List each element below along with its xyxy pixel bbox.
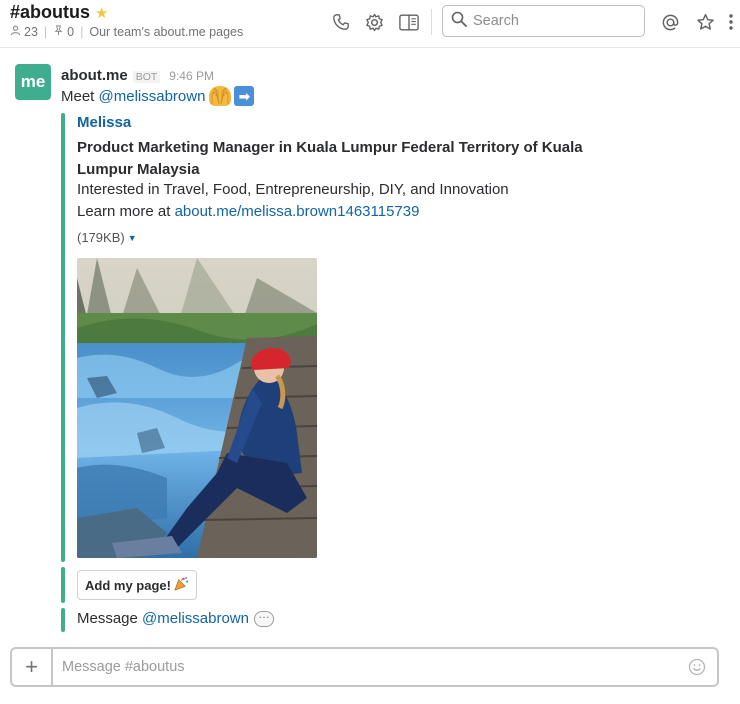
- avatar[interactable]: me: [15, 64, 51, 100]
- bot-badge: BOT: [132, 71, 161, 83]
- attachment-learn-more: Learn more at about.me/melissa.brown1463…: [77, 203, 419, 220]
- plus-icon[interactable]: +: [12, 649, 53, 685]
- message-header: about.me BOT 9:46 PM: [61, 67, 214, 84]
- search-icon: [451, 11, 467, 32]
- sidebar-toggle-icon[interactable]: [398, 11, 420, 33]
- message-bar: [61, 608, 65, 632]
- learn-more-link[interactable]: about.me/melissa.brown1463115739: [175, 203, 420, 220]
- person-icon: [10, 25, 21, 39]
- meta-divider: |: [43, 25, 48, 39]
- party-popper-emoji: [174, 576, 189, 594]
- profile-photo[interactable]: [77, 258, 317, 558]
- message-user-line: Message @melissabrown: [77, 607, 274, 627]
- add-my-page-label: Add my page!: [85, 577, 171, 593]
- message-input[interactable]: [62, 659, 687, 675]
- header-divider: [431, 9, 432, 35]
- learn-more-prefix: Learn more at: [77, 203, 175, 220]
- search-box[interactable]: [442, 5, 645, 37]
- caret-down-icon[interactable]: ▼: [128, 233, 137, 243]
- star-icon[interactable]: ★: [95, 4, 108, 22]
- message-user-link[interactable]: @melissabrown: [142, 610, 249, 627]
- more-icon[interactable]: [724, 11, 738, 33]
- star-outline-icon[interactable]: [694, 11, 716, 33]
- speech-bubble-emoji: [253, 607, 274, 627]
- user-mention[interactable]: @melissabrown: [99, 88, 206, 105]
- channel-topic[interactable]: Our team's about.me pages: [89, 25, 243, 39]
- message-timestamp[interactable]: 9:46 PM: [169, 69, 214, 83]
- channel-meta: 23 | 0 | Our team's about.me pages: [10, 25, 243, 39]
- message-user-prefix: Message: [77, 610, 143, 627]
- arrow-right-emoji: ➡: [234, 86, 255, 106]
- attachment-title[interactable]: Melissa: [77, 114, 131, 131]
- attachment-bar: [61, 113, 65, 562]
- sender-name[interactable]: about.me: [61, 67, 128, 84]
- pinned-count[interactable]: 0: [67, 25, 74, 39]
- attachment-headline: Product Marketing Manager in Kuala Lumpu…: [77, 139, 583, 178]
- channel-header: #aboutus ★ 23 | 0 | Our team's about.me …: [0, 0, 740, 48]
- phone-icon[interactable]: [330, 11, 352, 33]
- message-composer[interactable]: +: [10, 647, 719, 687]
- search-input[interactable]: [473, 13, 633, 29]
- image-size-label: (179KB): [77, 230, 125, 245]
- add-my-page-button[interactable]: Add my page!: [77, 570, 197, 600]
- attachment-interests: Interested in Travel, Food, Entrepreneur…: [77, 181, 509, 198]
- raised-hands-emoji: [209, 86, 232, 106]
- at-icon[interactable]: [659, 11, 681, 33]
- gear-icon[interactable]: [363, 11, 385, 33]
- message-body: Meet @melissabrown ➡: [61, 86, 255, 106]
- action-bar: [61, 567, 65, 603]
- message-prefix: Meet: [61, 87, 99, 105]
- pin-icon: [53, 25, 64, 39]
- meta-divider: |: [80, 25, 84, 39]
- channel-name[interactable]: #aboutus: [10, 2, 90, 23]
- smiley-icon[interactable]: [687, 657, 707, 677]
- member-count[interactable]: 23: [24, 25, 38, 39]
- image-size[interactable]: (179KB) ▼: [77, 230, 137, 245]
- channel-title[interactable]: #aboutus ★: [10, 2, 108, 23]
